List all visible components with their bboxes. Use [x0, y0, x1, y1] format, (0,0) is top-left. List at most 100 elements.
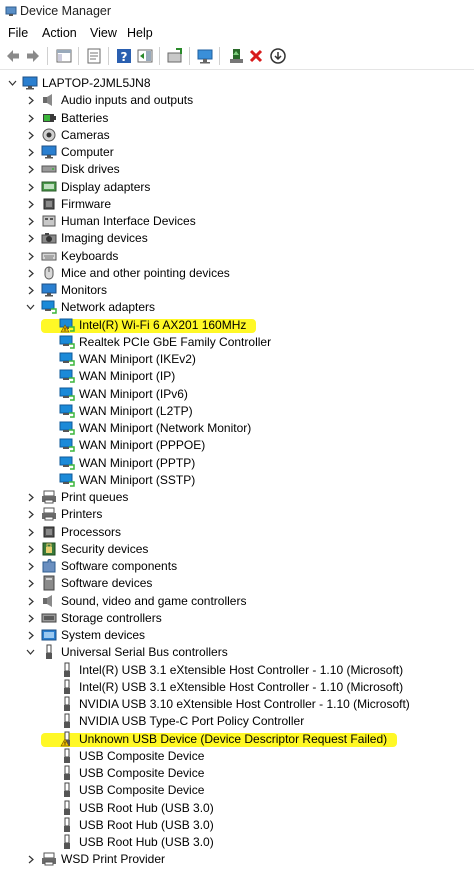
tree-category[interactable]: Network adapters	[0, 299, 474, 316]
disk-drive-icon	[41, 161, 57, 177]
tree-category[interactable]: Display adapters	[0, 179, 474, 196]
expand-chevron-icon[interactable]	[26, 610, 35, 627]
tree-category[interactable]: Universal Serial Bus controllers	[0, 644, 474, 661]
tree-category[interactable]: Human Interface Devices	[0, 213, 474, 230]
tree-device[interactable]: WAN Miniport (IP)	[0, 368, 474, 385]
node-label: Monitors	[61, 283, 108, 297]
expand-chevron-icon[interactable]	[26, 524, 35, 541]
tree-category[interactable]: Firmware	[0, 196, 474, 213]
expand-chevron-icon[interactable]	[26, 265, 35, 282]
tree-device[interactable]: NVIDIA USB Type-C Port Policy Controller	[0, 713, 474, 730]
tree-category[interactable]: Keyboards	[0, 248, 474, 265]
node-label: System devices	[61, 628, 146, 642]
tree-category[interactable]: Disk drives	[0, 161, 474, 178]
expand-chevron-icon[interactable]	[26, 127, 35, 144]
expand-chevron-icon[interactable]	[26, 230, 35, 247]
tree-device[interactable]: Intel(R) USB 3.1 eXtensible Host Control…	[0, 662, 474, 679]
expand-chevron-icon[interactable]	[26, 541, 35, 558]
expand-chevron-icon[interactable]	[26, 489, 35, 506]
speaker-icon	[41, 593, 57, 609]
tree-device[interactable]: USB Composite Device	[0, 782, 474, 799]
toolbar-separator	[78, 47, 79, 65]
tree-category[interactable]: Security devices	[0, 541, 474, 558]
tree-device[interactable]: Intel(R) Wi-Fi 6 AX201 160MHz	[0, 317, 474, 334]
tree-device[interactable]: USB Root Hub (USB 3.0)	[0, 800, 474, 817]
tree-category[interactable]: Batteries	[0, 110, 474, 127]
tree-device[interactable]: WAN Miniport (PPPOE)	[0, 437, 474, 454]
menu-help[interactable]: Help	[127, 26, 153, 40]
tree-device[interactable]: WAN Miniport (IPv6)	[0, 386, 474, 403]
back-icon[interactable]	[4, 47, 22, 65]
expand-chevron-icon[interactable]	[26, 179, 35, 196]
toolbar-separator	[189, 47, 190, 65]
tree-device[interactable]: USB Root Hub (USB 3.0)	[0, 834, 474, 851]
disable-device-icon[interactable]	[269, 47, 287, 65]
tree-device[interactable]: Unknown USB Device (Device Descriptor Re…	[0, 731, 474, 748]
tree-category[interactable]: Imaging devices	[0, 230, 474, 247]
tree-device[interactable]: WAN Miniport (PPTP)	[0, 455, 474, 472]
scan-hardware-icon[interactable]	[196, 47, 214, 65]
network-adapter-icon	[59, 351, 75, 367]
forward-icon[interactable]	[24, 47, 42, 65]
update-driver-icon[interactable]	[166, 47, 184, 65]
properties-icon[interactable]	[85, 47, 103, 65]
collapse-chevron-icon[interactable]	[26, 644, 35, 661]
tree-category[interactable]: Software devices	[0, 575, 474, 592]
tree-device[interactable]: WAN Miniport (IKEv2)	[0, 351, 474, 368]
tree-device[interactable]: NVIDIA USB 3.10 eXtensible Host Controll…	[0, 696, 474, 713]
tree-category[interactable]: Cameras	[0, 127, 474, 144]
show-hide-console-tree-icon[interactable]	[55, 47, 73, 65]
tree-root[interactable]: LAPTOP-2JML5JN8	[0, 75, 474, 92]
tree-category[interactable]: Audio inputs and outputs	[0, 92, 474, 109]
tree-category[interactable]: Mice and other pointing devices	[0, 265, 474, 282]
tree-device[interactable]: WAN Miniport (L2TP)	[0, 403, 474, 420]
collapse-chevron-icon[interactable]	[26, 299, 35, 316]
menu-file[interactable]: File	[8, 26, 28, 40]
expand-chevron-icon[interactable]	[26, 196, 35, 213]
uninstall-device-icon[interactable]	[247, 47, 265, 65]
tree-device[interactable]: USB Root Hub (USB 3.0)	[0, 817, 474, 834]
node-label: Imaging devices	[61, 231, 148, 246]
tree-category[interactable]: WSD Print Provider	[0, 851, 474, 868]
tree-category[interactable]: System devices	[0, 627, 474, 644]
node-label: Cameras	[61, 127, 110, 142]
tree-device[interactable]: Realtek PCIe GbE Family Controller	[0, 334, 474, 351]
tree-category[interactable]: Monitors	[0, 282, 474, 299]
expand-chevron-icon[interactable]	[26, 575, 35, 592]
expand-chevron-icon[interactable]	[26, 851, 35, 868]
help-icon[interactable]: ?	[115, 47, 133, 65]
enable-device-icon[interactable]	[227, 47, 245, 65]
tree-device[interactable]: WAN Miniport (SSTP)	[0, 472, 474, 489]
tree-category[interactable]: Print queues	[0, 489, 474, 506]
tree-device[interactable]: WAN Miniport (Network Monitor)	[0, 420, 474, 437]
tree-category[interactable]: Printers	[0, 506, 474, 523]
tree-device[interactable]: USB Composite Device	[0, 748, 474, 765]
tree-category[interactable]: Computer	[0, 144, 474, 161]
tree-category[interactable]: Processors	[0, 524, 474, 541]
toolbar-separator	[47, 47, 48, 65]
expand-chevron-icon[interactable]	[26, 213, 35, 230]
tree-category[interactable]: Sound, video and game controllers	[0, 593, 474, 610]
node-label: Storage controllers	[61, 610, 162, 625]
tree-category[interactable]: Storage controllers	[0, 610, 474, 627]
expand-chevron-icon[interactable]	[26, 110, 35, 127]
security-device-icon	[41, 541, 57, 557]
menu-action[interactable]: Action	[42, 26, 77, 40]
expand-chevron-icon[interactable]	[26, 92, 35, 109]
tree-device[interactable]: Intel(R) USB 3.1 eXtensible Host Control…	[0, 679, 474, 696]
action-pane-icon[interactable]	[136, 47, 154, 65]
expand-chevron-icon[interactable]	[26, 506, 35, 523]
collapse-chevron-icon[interactable]	[8, 75, 17, 92]
expand-chevron-icon[interactable]	[26, 593, 35, 610]
tree-category[interactable]: Software components	[0, 558, 474, 575]
toolbar-separator	[219, 47, 220, 65]
expand-chevron-icon[interactable]	[26, 144, 35, 161]
expand-chevron-icon[interactable]	[26, 161, 35, 178]
expand-chevron-icon[interactable]	[26, 282, 35, 299]
expand-chevron-icon[interactable]	[26, 627, 35, 644]
expand-chevron-icon[interactable]	[26, 558, 35, 575]
expand-chevron-icon[interactable]	[26, 248, 35, 265]
menu-view[interactable]: View	[90, 26, 117, 40]
node-label: LAPTOP-2JML5JN8	[42, 76, 151, 90]
tree-device[interactable]: USB Composite Device	[0, 765, 474, 782]
